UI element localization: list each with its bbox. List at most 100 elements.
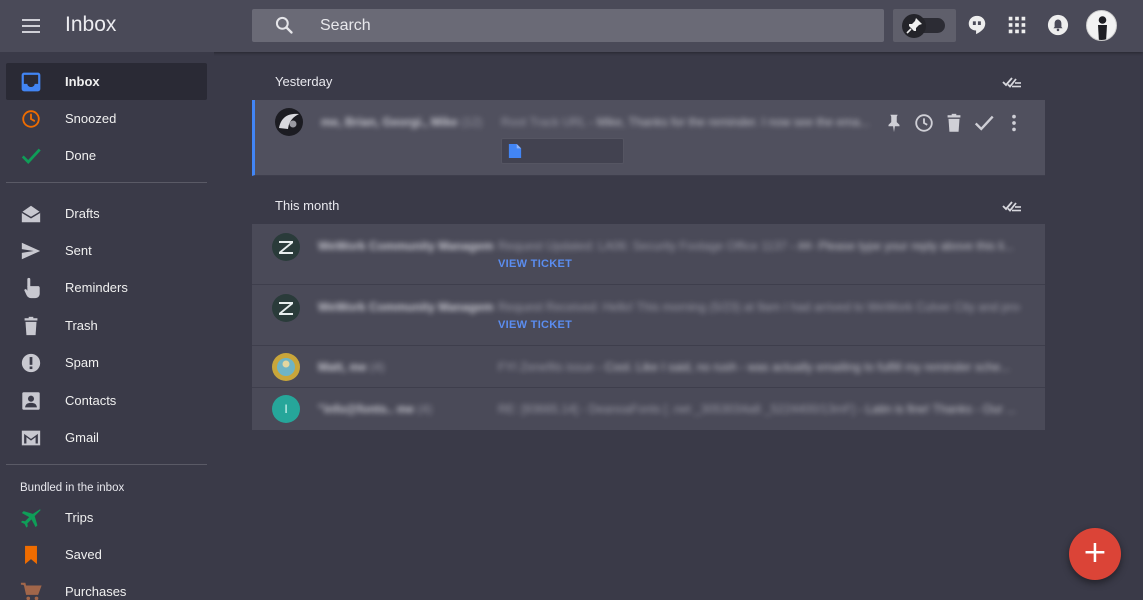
- sidebar-item-purchases[interactable]: Purchases: [6, 573, 207, 600]
- sidebar-item-spam[interactable]: Spam: [6, 344, 207, 381]
- thread-subject: Request Received: Hello! This morning (5…: [498, 300, 1020, 314]
- message-count: (4): [370, 360, 385, 374]
- thread-snippet: Root Track URL - Mike, Thanks for the re…: [501, 115, 881, 129]
- pin-icon[interactable]: [883, 112, 905, 134]
- menu-icon-bar: [22, 25, 40, 27]
- thread-subject: RE: [93665.14] - DeanoaFonts [ .net _305…: [498, 402, 855, 416]
- sidebar-item-saved[interactable]: Saved: [6, 536, 207, 573]
- plus-icon: +: [1082, 535, 1108, 570]
- thread-sender: WeWork Community Managem: [318, 300, 494, 314]
- sidebar-item-label: Contacts: [65, 393, 117, 408]
- thread-subject: Root Track URL: [501, 115, 586, 129]
- thread-row[interactable]: WeWork Community Managem Request Receive…: [252, 285, 1045, 346]
- snippet-text: - Mike, Thanks for the reminder. I now s…: [585, 115, 870, 129]
- snooze-clock-icon[interactable]: [913, 112, 935, 134]
- inbox-icon: [21, 72, 41, 92]
- sender-names: me, Brian, Georgi., Mike: [321, 115, 458, 129]
- sender-names: Matt, me: [318, 360, 367, 374]
- notifications-bell-icon[interactable]: [1047, 14, 1069, 36]
- sidebar-item-snoozed[interactable]: Snoozed: [6, 100, 207, 137]
- document-icon: [508, 144, 522, 158]
- attachment-chip[interactable]: [501, 138, 624, 164]
- trash-icon[interactable]: [943, 112, 965, 134]
- sidebar-item-trips[interactable]: Trips: [6, 499, 207, 536]
- thread-subject: FYI Zenefits issue: [498, 360, 595, 374]
- thread-snippet: Request Received: Hello! This morning (5…: [498, 300, 1020, 314]
- group-header-yesterday: Yesterday: [275, 74, 333, 89]
- sidebar-divider: [6, 182, 207, 183]
- sender-avatar: [272, 294, 300, 322]
- snippet-text: - ##- Please type your reply above this …: [787, 239, 1014, 253]
- sender-names: "info@fonts.. me: [318, 402, 415, 416]
- search-input[interactable]: [320, 9, 860, 42]
- snippet-text: - Cool. Like I said, no rush - was actua…: [594, 360, 1011, 374]
- view-ticket-link[interactable]: VIEW TICKET: [498, 319, 572, 331]
- sender-names: WeWork Community Managem: [318, 239, 494, 253]
- more-vert-icon[interactable]: [1003, 112, 1025, 134]
- sweep-done-icon[interactable]: [1000, 198, 1022, 214]
- sidebar-item-inbox[interactable]: Inbox: [6, 63, 207, 100]
- hangouts-icon[interactable]: [966, 14, 988, 36]
- sidebar-item-done[interactable]: Done: [6, 137, 207, 174]
- thread-row-selected[interactable]: me, Brian, Georgi., Mike (12) Root Track…: [252, 100, 1045, 176]
- message-count: (12): [461, 115, 483, 129]
- pin-toggle-knob[interactable]: [902, 14, 926, 38]
- sidebar-item-trash[interactable]: Trash: [6, 307, 207, 344]
- thread-sender: Matt, me (4): [318, 360, 385, 374]
- sidebar-item-drafts[interactable]: Drafts: [6, 195, 207, 232]
- pinned-toggle[interactable]: [893, 9, 956, 42]
- thread-actions: [883, 112, 1033, 134]
- pin-icon: [906, 18, 922, 34]
- avatar-photo-icon: [279, 113, 299, 129]
- clock-icon: [22, 110, 40, 128]
- sidebar-item-label: Trash: [65, 318, 98, 333]
- main-menu-button[interactable]: [20, 15, 42, 37]
- cart-icon: [20, 582, 42, 600]
- sender-avatar: [272, 233, 300, 261]
- sender-avatar: [275, 108, 303, 136]
- sender-letter-avatar: I: [272, 395, 300, 423]
- snippet-text: - Latin is fine! Thanks - Our ...: [854, 402, 1017, 416]
- search-icon: [275, 16, 293, 34]
- sweep-done-icon[interactable]: [1000, 74, 1022, 90]
- sender-avatar: [272, 353, 300, 381]
- thread-sender: me, Brian, Georgi., Mike (12): [321, 115, 482, 129]
- mark-done-icon[interactable]: [973, 112, 995, 134]
- zendesk-logo-icon: [279, 241, 293, 254]
- sidebar-item-label: Sent: [65, 243, 92, 258]
- thread-row[interactable]: I "info@fonts.. me (4) RE: [93665.14] - …: [252, 388, 1045, 430]
- sidebar-item-label: Done: [65, 148, 97, 163]
- thread-subject: Request Updated: LA06: Security Footage …: [498, 239, 788, 253]
- sidebar-item-contacts[interactable]: Contacts: [6, 382, 207, 419]
- thread-row[interactable]: Matt, me (4) FYI Zenefits issue - Cool. …: [252, 346, 1045, 388]
- sidebar-nav: Inbox Snoozed Done Drafts Sent Reminders…: [0, 52, 214, 600]
- gmail-icon: [21, 430, 41, 446]
- thread-row[interactable]: WeWork Community Managem Request Updated…: [252, 224, 1045, 285]
- thread-sender: "info@fonts.. me (4): [318, 402, 432, 416]
- sidebar-item-label: Drafts: [65, 206, 100, 221]
- compose-button[interactable]: +: [1069, 528, 1121, 580]
- sidebar-item-label: Saved: [65, 547, 102, 562]
- zendesk-logo-icon: [279, 302, 293, 315]
- account-avatar[interactable]: [1086, 10, 1117, 41]
- check-icon: [21, 148, 41, 164]
- thread-snippet: Request Updated: LA06: Security Footage …: [498, 239, 1020, 253]
- sidebar-item-label: Trips: [65, 510, 94, 525]
- sidebar-item-label: Spam: [65, 355, 99, 370]
- trash-icon: [24, 316, 38, 336]
- sidebar-item-label: Snoozed: [65, 111, 117, 126]
- thread-snippet: FYI Zenefits issue - Cool. Like I said, …: [498, 360, 1020, 374]
- view-ticket-link[interactable]: VIEW TICKET: [498, 258, 572, 270]
- bundles-section-title: Bundled in the inbox: [20, 482, 125, 494]
- user-silhouette-icon: [1098, 16, 1107, 40]
- apps-grid-icon[interactable]: [1006, 14, 1028, 36]
- sidebar-item-reminders[interactable]: Reminders: [6, 269, 207, 306]
- page-title: Inbox: [65, 13, 117, 36]
- sidebar-item-gmail[interactable]: Gmail: [6, 419, 207, 456]
- sidebar-item-label: Gmail: [65, 430, 99, 445]
- sender-names: WeWork Community Managem: [318, 300, 494, 314]
- sidebar-item-sent[interactable]: Sent: [6, 232, 207, 269]
- thread-snippet: RE: [93665.14] - DeanoaFonts [ .net _305…: [498, 402, 1020, 416]
- sidebar-item-label: Inbox: [65, 74, 100, 89]
- search-bar[interactable]: [252, 9, 884, 42]
